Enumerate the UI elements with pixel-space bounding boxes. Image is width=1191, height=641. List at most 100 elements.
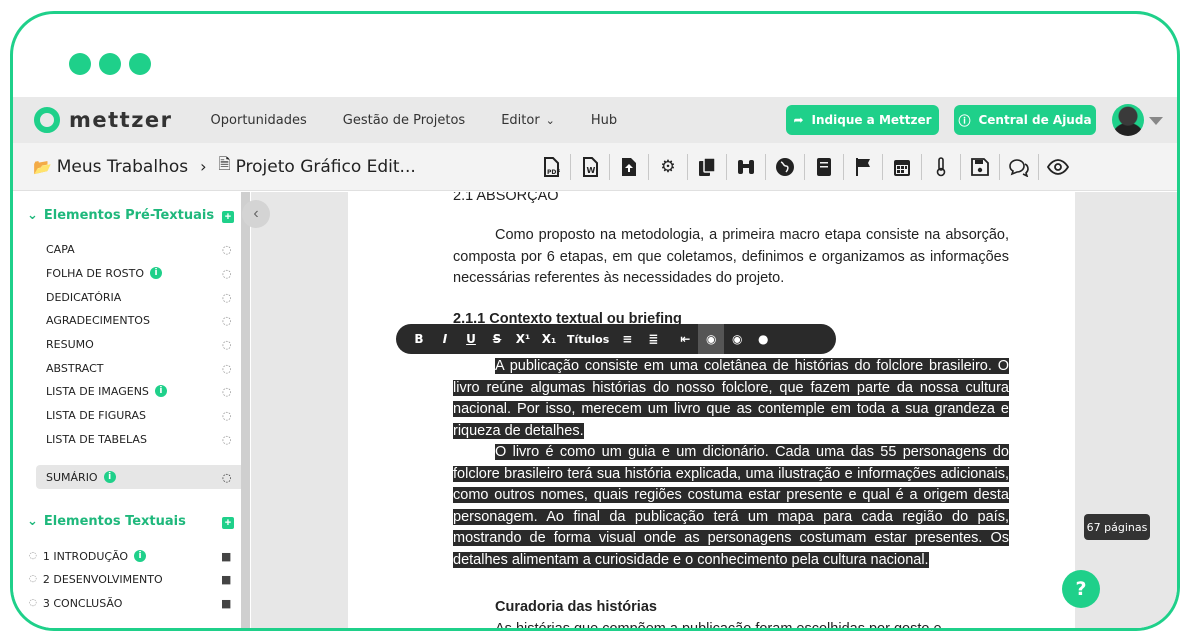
save-icon[interactable] xyxy=(964,152,996,182)
sidebar-item-abstract[interactable]: ABSTRACT ◌ xyxy=(46,357,236,379)
thermometer-icon[interactable] xyxy=(925,152,957,182)
settings-icon[interactable]: ⚙ xyxy=(652,152,684,182)
breadcrumb-current[interactable]: Projeto Gráfico Edit... xyxy=(236,157,416,177)
sidebar-item-label: ABSTRACT xyxy=(46,361,104,375)
titles-button[interactable]: Títulos xyxy=(562,324,614,354)
window-dot-2[interactable] xyxy=(99,53,121,75)
toolbar-divider xyxy=(1038,154,1039,180)
italic-button[interactable]: I xyxy=(432,324,458,354)
eye-slash-icon[interactable]: ◌ xyxy=(222,385,232,398)
binoculars-icon[interactable] xyxy=(730,152,762,182)
help-button[interactable]: ? xyxy=(1062,570,1100,608)
eye-icon[interactable]: ◉ xyxy=(698,324,725,354)
eye-icon[interactable] xyxy=(1042,152,1074,182)
eye-slash-icon[interactable]: ◌ xyxy=(29,574,37,584)
eye-slash-icon[interactable]: ◌ xyxy=(222,338,232,351)
sidebar-item-agradecimentos[interactable]: AGRADECIMENTOS ◌ xyxy=(46,309,236,331)
trash-icon[interactable]: ■ xyxy=(221,597,231,610)
strikethrough-button[interactable]: S xyxy=(484,324,510,354)
add-pre-element-button[interactable]: + xyxy=(222,211,234,223)
sidebar-item-sumario[interactable]: SUMÁRIO i ◌ xyxy=(36,465,248,489)
breadcrumb-root[interactable]: Meus Trabalhos xyxy=(57,157,188,177)
app-window: mettzer Oportunidades Gestão de Projetos… xyxy=(10,11,1180,631)
superscript-button[interactable]: X¹ xyxy=(510,324,536,354)
info-icon[interactable]: i xyxy=(103,471,116,483)
mettzer-logo[interactable]: mettzer xyxy=(34,107,173,133)
window-dot-1[interactable] xyxy=(69,53,91,75)
sidebar-item-resumo[interactable]: RESUMO ◌ xyxy=(46,333,236,355)
book-icon[interactable] xyxy=(808,152,840,182)
selected-text[interactable]: A publicação consiste em uma coletânea d… xyxy=(453,356,1009,571)
eye-slash-icon[interactable]: ◌ xyxy=(29,551,37,561)
subscript-button[interactable]: X₁ xyxy=(536,324,562,354)
sidebar-item-lista-de-figuras[interactable]: LISTA DE FIGURAS ◌ xyxy=(46,404,236,426)
sidebar-item-dedicatoria[interactable]: DEDICATÓRIA ◌ xyxy=(46,286,236,308)
sidebar-item-lista-de-imagens[interactable]: LISTA DE IMAGENS i ◌ xyxy=(46,380,236,402)
sidebar-item-introducao[interactable]: ◌ 1 INTRODUÇÃO i ■ xyxy=(29,545,239,567)
selected-paragraph-1[interactable]: A publicação consiste em uma coletânea d… xyxy=(453,358,1009,439)
chevron-left-icon: ‹ xyxy=(253,205,259,222)
avatar[interactable] xyxy=(1112,104,1144,136)
nav-editor[interactable]: Editor ⌄ xyxy=(483,113,573,128)
caret-down-icon[interactable] xyxy=(1149,117,1163,125)
selected-paragraph-2[interactable]: O livro é como um guia e um dicionário. … xyxy=(453,444,1009,568)
eye-slash-icon[interactable]: ◌ xyxy=(222,314,232,327)
sidebar-item-capa[interactable]: CAPA ◌ xyxy=(46,238,236,260)
eye-slash-icon[interactable]: ◌ xyxy=(222,243,232,256)
eye-slash-icon[interactable]: ◌ xyxy=(29,598,37,608)
window-dot-3[interactable] xyxy=(129,53,151,75)
indique-button[interactable]: ➦ Indique a Mettzer xyxy=(786,105,939,135)
sidebar-item-lista-de-tabelas[interactable]: LISTA DE TABELAS ◌ xyxy=(46,428,236,450)
section-pre-textuais[interactable]: ⌄ Elementos Pré-Textuais xyxy=(27,208,214,223)
paragraph[interactable]: As histórias que compõem a publicação fo… xyxy=(453,619,1009,628)
sidebar-item-label: LISTA DE TABELAS xyxy=(46,432,147,446)
collapse-sidebar-button[interactable]: ‹ xyxy=(242,200,270,228)
bullet-list-icon[interactable]: ≡ xyxy=(614,324,640,354)
window-controls xyxy=(69,53,151,75)
copy-icon[interactable] xyxy=(691,152,723,182)
robot-icon[interactable]: ◉ xyxy=(724,324,750,354)
numbered-list-icon[interactable]: ≣ xyxy=(640,324,666,354)
sidebar-item-folha-de-rosto[interactable]: FOLHA DE ROSTO i ◌ xyxy=(46,262,236,284)
trash-icon[interactable]: ■ xyxy=(221,550,231,563)
indent-icon[interactable]: ⇤ xyxy=(672,324,698,354)
info-icon[interactable]: i xyxy=(134,550,147,562)
bold-button[interactable]: B xyxy=(406,324,432,354)
sidebar-scrollbar[interactable] xyxy=(241,192,250,628)
eye-slash-icon[interactable]: ◌ xyxy=(222,362,232,375)
add-text-element-button[interactable]: + xyxy=(222,517,234,529)
sidebar-item-label: SUMÁRIO xyxy=(46,470,98,484)
share-arrow-icon: ➦ xyxy=(793,113,804,127)
central-ajuda-button[interactable]: ⓘ Central de Ajuda xyxy=(954,105,1096,135)
sidebar-item-conclusao[interactable]: ◌ 3 CONCLUSÃO ■ xyxy=(29,592,239,614)
document-page[interactable]: 2.1 ABSORÇÃO Como proposto na metodologi… xyxy=(348,192,1075,628)
comment-icon[interactable]: ● xyxy=(750,324,776,354)
eye-slash-icon[interactable]: ◌ xyxy=(222,409,232,422)
sidebar-item-label: 2 DESENVOLVIMENTO xyxy=(42,572,163,586)
chevron-down-icon: ⌄ xyxy=(27,514,38,529)
comments-icon[interactable] xyxy=(1003,152,1035,182)
info-icon[interactable]: i xyxy=(150,267,162,279)
calendar-icon[interactable] xyxy=(886,152,918,182)
flag-icon[interactable] xyxy=(847,152,879,182)
trash-icon[interactable]: ■ xyxy=(221,573,231,586)
nav-gestao-projetos[interactable]: Gestão de Projetos xyxy=(325,113,483,128)
paragraph[interactable]: Como proposto na metodologia, a primeira… xyxy=(453,225,1009,290)
underline-button[interactable]: U xyxy=(458,324,484,354)
eye-slash-icon[interactable]: ◌ xyxy=(222,433,232,446)
eye-slash-icon[interactable]: ◌ xyxy=(222,291,232,304)
eye-slash-icon[interactable]: ◌ xyxy=(222,471,232,484)
section-textuais[interactable]: ⌄ Elementos Textuais xyxy=(27,514,186,529)
nav-oportunidades[interactable]: Oportunidades xyxy=(193,113,325,128)
nav-hub[interactable]: Hub xyxy=(573,113,635,128)
globe-icon[interactable] xyxy=(769,152,801,182)
info-icon[interactable]: i xyxy=(154,385,167,397)
word-export-icon[interactable]: W xyxy=(574,152,606,182)
eye-slash-icon[interactable]: ◌ xyxy=(222,267,232,280)
toolbar-divider xyxy=(648,154,649,180)
svg-text:PDF: PDF xyxy=(547,169,560,176)
pdf-export-icon[interactable]: PDF xyxy=(535,152,567,182)
sidebar-item-desenvolvimento[interactable]: ◌ 2 DESENVOLVIMENTO ■ xyxy=(29,568,239,590)
upload-icon[interactable] xyxy=(613,152,645,182)
section-pre-title: Elementos Pré-Textuais xyxy=(43,208,215,223)
